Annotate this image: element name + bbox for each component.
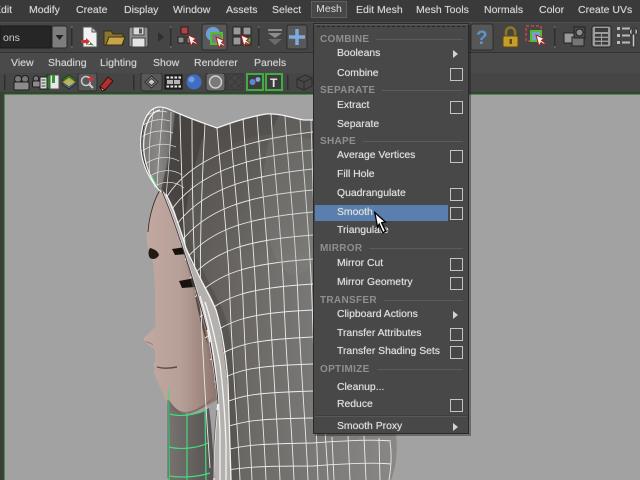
svg-text:?: ?	[476, 28, 488, 49]
svg-text:ons: ons	[3, 32, 20, 44]
svg-text:T: T	[270, 76, 278, 90]
